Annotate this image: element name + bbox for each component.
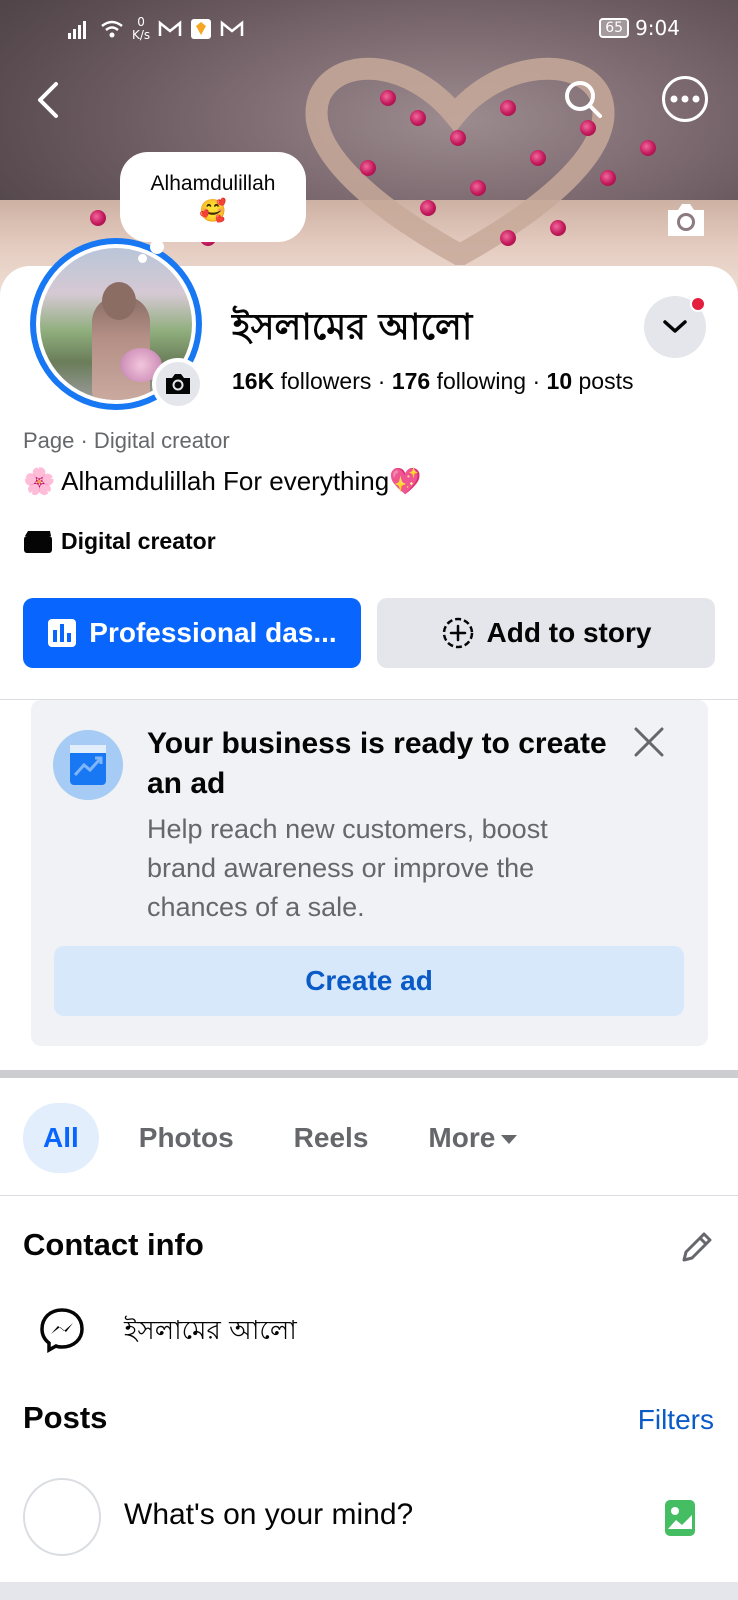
edit-avatar-button[interactable] xyxy=(152,358,204,410)
professional-dashboard-label: Professional das... xyxy=(89,617,337,648)
tab-all[interactable]: All xyxy=(23,1103,99,1173)
tab-photos-label: Photos xyxy=(138,1122,234,1153)
following-label: following xyxy=(436,368,527,394)
cover-flower xyxy=(90,210,106,226)
ad-card-description: Help reach new customers, boost brand aw… xyxy=(147,814,548,922)
cover-flower xyxy=(360,160,376,176)
signal-icon xyxy=(68,21,86,39)
close-icon[interactable] xyxy=(631,724,667,760)
search-icon xyxy=(565,81,602,118)
posts-count: 10 xyxy=(546,368,573,394)
tab-reels[interactable]: Reels xyxy=(274,1103,389,1173)
more-options-icon xyxy=(670,95,700,103)
wifi-icon xyxy=(101,20,123,38)
add-to-story-button[interactable]: Add to story xyxy=(377,598,715,668)
tab-all-label: All xyxy=(43,1122,79,1153)
cover-flower xyxy=(420,200,436,216)
composer-avatar[interactable] xyxy=(23,1478,101,1556)
photo-icon[interactable] xyxy=(664,1499,696,1537)
edit-cover-button[interactable] xyxy=(664,200,708,240)
net-speed: 0 K/s xyxy=(132,16,150,42)
posts-label: posts xyxy=(578,368,634,394)
creator-info-row: Digital creator xyxy=(23,528,216,555)
cover-flower xyxy=(500,100,516,116)
bottom-divider xyxy=(0,1582,738,1600)
cover-flower xyxy=(530,150,546,166)
camera-icon xyxy=(668,204,704,236)
section-divider xyxy=(0,1070,738,1078)
professional-dashboard-button[interactable]: Professional das... xyxy=(23,598,361,668)
divider xyxy=(0,1195,738,1196)
tab-more-label: More xyxy=(428,1122,496,1153)
trend-chart-icon xyxy=(70,745,106,785)
cover-flower xyxy=(450,130,466,146)
cover-flower xyxy=(550,220,566,236)
contact-info-heading: Contact info xyxy=(23,1227,204,1262)
app-notification-icon xyxy=(191,19,212,39)
messenger-icon xyxy=(40,1308,84,1354)
dashboard-icon xyxy=(48,619,77,647)
back-button[interactable] xyxy=(28,80,68,120)
more-options-button[interactable] xyxy=(662,76,708,122)
cover-flower xyxy=(640,140,656,156)
cover-flower xyxy=(500,230,516,246)
caret-down-icon xyxy=(501,1134,518,1144)
avatar-head-shape xyxy=(102,282,136,320)
bubble-tail xyxy=(138,254,147,263)
add-to-story-label: Add to story xyxy=(486,617,652,648)
profile-note-bubble[interactable]: Alhamdulillah 🥰 xyxy=(120,152,306,242)
filters-link[interactable]: Filters xyxy=(638,1404,714,1436)
tab-photos[interactable]: Photos xyxy=(119,1103,254,1173)
profile-stats[interactable]: 16K followers · 176 following · 10 posts xyxy=(232,368,634,395)
status-bar: 0 K/s 65 9:04 xyxy=(0,12,738,48)
tab-reels-label: Reels xyxy=(293,1122,369,1153)
profile-note-text: Alhamdulillah xyxy=(150,172,276,195)
notification-dot xyxy=(690,296,706,312)
camera-icon xyxy=(166,374,190,394)
messenger-contact-name[interactable]: ইসলামের আলো xyxy=(124,1310,297,1354)
stats-separator: · xyxy=(532,368,541,394)
chevron-down-icon xyxy=(663,320,687,333)
followers-label: followers xyxy=(280,368,372,394)
gmail-icon xyxy=(158,20,182,36)
ad-card-title: Your business is ready to create an ad xyxy=(147,727,607,800)
net-speed-unit: K/s xyxy=(132,28,151,42)
cover-flower xyxy=(410,110,426,126)
profile-tabs: All Photos Reels More xyxy=(23,1103,557,1173)
gmail-icon xyxy=(220,20,244,36)
clock: 9:04 xyxy=(635,16,680,40)
cover-flower xyxy=(600,170,616,186)
battery-indicator: 65 xyxy=(599,18,630,38)
page-category: Page · Digital creator xyxy=(23,428,230,453)
stats-separator: · xyxy=(377,368,386,394)
profile-note-emoji: 🥰 xyxy=(199,198,227,223)
cover-flower xyxy=(380,90,396,106)
create-ad-button[interactable]: Create ad xyxy=(54,946,684,1016)
ad-icon-circle xyxy=(53,730,123,800)
page-bio: 🌸 Alhamdulillah For everything💖 xyxy=(23,466,422,496)
cover-flower xyxy=(580,120,596,136)
back-arrow-icon xyxy=(38,82,58,118)
cover-flower xyxy=(470,180,486,196)
posts-heading: Posts xyxy=(23,1400,108,1435)
search-button[interactable] xyxy=(560,76,606,122)
composer-input[interactable]: What's on your mind? xyxy=(124,1498,413,1532)
creator-label: Digital creator xyxy=(61,528,216,554)
tab-more[interactable]: More xyxy=(408,1103,537,1173)
add-story-icon xyxy=(442,617,473,649)
create-ad-card: Your business is ready to create an ad H… xyxy=(31,700,708,1046)
bubble-tail xyxy=(150,240,164,254)
pencil-icon[interactable] xyxy=(676,1228,716,1268)
following-count: 176 xyxy=(391,368,431,394)
followers-count: 16K xyxy=(232,368,275,394)
page-title: ইসলামের আলো xyxy=(232,307,473,348)
clapperboard-icon xyxy=(24,530,52,553)
